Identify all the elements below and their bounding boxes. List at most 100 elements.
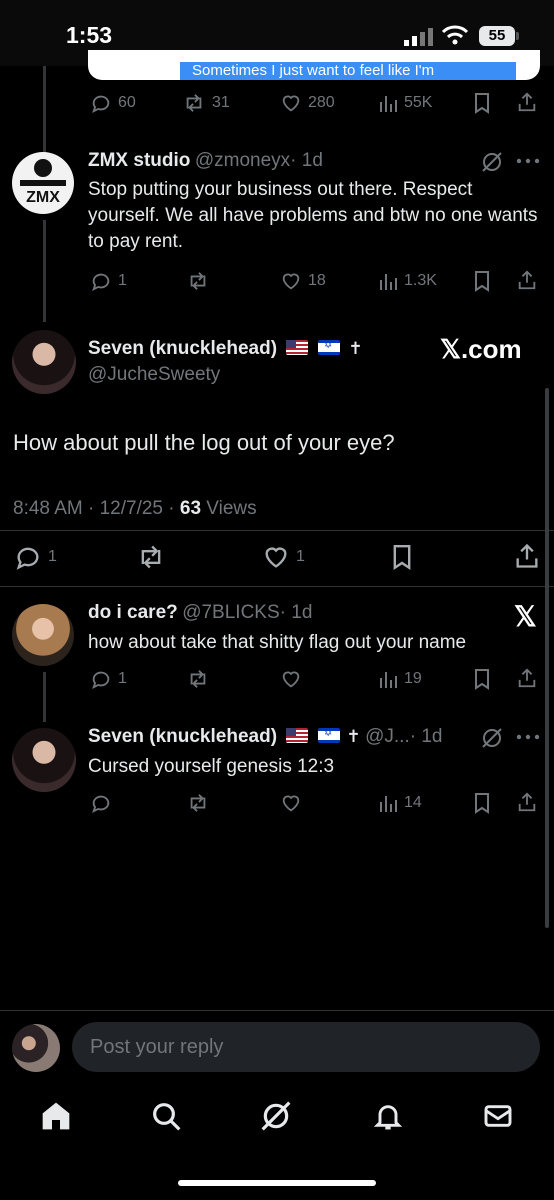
analytics-icon xyxy=(380,96,397,112)
status-time: 1:53 xyxy=(66,22,113,48)
reply-input[interactable]: Post your reply xyxy=(72,1022,540,1072)
divider xyxy=(0,530,554,531)
reply-button[interactable] xyxy=(90,792,112,814)
post-text: Stop putting your business out there. Re… xyxy=(88,179,538,252)
repost-icon xyxy=(141,545,161,569)
xcom-watermark: 𝕏.com xyxy=(440,334,522,364)
like-button[interactable]: 280 xyxy=(280,92,335,114)
reply-button[interactable]: 1 xyxy=(90,668,127,690)
us-flag-icon xyxy=(286,340,309,355)
post-text: Cursed yourself genesis 12:3 xyxy=(88,756,335,777)
views-count: 63 xyxy=(179,498,202,519)
like-button[interactable] xyxy=(280,668,302,690)
repost-icon xyxy=(190,670,206,688)
us-flag-icon xyxy=(286,728,309,743)
heart-icon xyxy=(265,547,287,568)
repost-button[interactable]: 31 xyxy=(182,92,230,114)
notifications-icon[interactable] xyxy=(372,1100,404,1132)
avatar[interactable]: ZMX xyxy=(12,152,74,214)
bookmark-icon xyxy=(475,793,489,814)
share-icon xyxy=(516,543,538,568)
author-name[interactable]: Seven (knucklehead) xyxy=(88,726,277,747)
reply-count: 1 xyxy=(118,670,127,687)
author-handle[interactable]: @zmoneyx xyxy=(195,150,290,171)
share-button[interactable] xyxy=(516,667,538,689)
post-timestamp[interactable]: 8:48 AM · 12/7/25 · xyxy=(13,498,180,519)
reply-count: 1 xyxy=(118,272,127,289)
reply-button[interactable]: 1 xyxy=(90,270,127,292)
share-button[interactable] xyxy=(516,269,538,291)
heart-icon xyxy=(282,795,300,812)
israel-flag-icon xyxy=(317,728,340,743)
reply1-header: ZMX studio @zmoneyx· 1d xyxy=(88,150,323,172)
home-indicator[interactable] xyxy=(178,1180,376,1186)
repost-button[interactable] xyxy=(186,270,210,292)
bookmark-button[interactable] xyxy=(472,792,492,814)
bookmark-button[interactable] xyxy=(472,270,492,292)
like-button[interactable] xyxy=(280,792,302,814)
author-handle[interactable]: @7BLICKS xyxy=(182,602,279,623)
repost-button[interactable] xyxy=(136,543,166,571)
like-count: 280 xyxy=(308,94,335,111)
views-button[interactable]: 1.3K xyxy=(378,270,437,292)
bookmark-icon xyxy=(475,669,489,690)
author-name[interactable]: do i care? xyxy=(88,602,178,623)
share-icon xyxy=(518,668,536,688)
reply-icon xyxy=(92,273,110,292)
share-button[interactable] xyxy=(516,791,538,813)
cellular-icon xyxy=(404,28,434,46)
views-button[interactable]: 19 xyxy=(378,668,422,690)
scrollbar[interactable] xyxy=(545,388,549,928)
bookmark-button[interactable] xyxy=(390,543,414,571)
battery-indicator: 55 xyxy=(479,26,515,46)
views-button[interactable]: 55K xyxy=(378,92,432,114)
author-name[interactable]: Seven (knucklehead) xyxy=(88,338,277,359)
svg-text:ZMX: ZMX xyxy=(26,189,60,206)
thread-line xyxy=(43,220,46,322)
zmx-logo-icon: ZMX xyxy=(20,159,66,206)
grok-icon[interactable] xyxy=(480,150,504,174)
repost-button[interactable] xyxy=(186,792,210,814)
reply-button[interactable]: 1 xyxy=(14,543,57,571)
bookmark-icon xyxy=(475,271,489,292)
share-button[interactable] xyxy=(513,542,541,570)
avatar[interactable] xyxy=(12,330,76,394)
views-label: Views xyxy=(201,498,257,519)
like-button[interactable]: 1 xyxy=(262,543,305,571)
like-count: 1 xyxy=(296,548,305,565)
analytics-icon xyxy=(380,672,397,688)
search-icon[interactable] xyxy=(150,1100,182,1132)
analytics-icon xyxy=(380,796,397,812)
bookmark-button[interactable] xyxy=(472,92,492,114)
avatar[interactable] xyxy=(12,604,74,666)
reply3-header: Seven (knucklehead) ✝ @J...· 1d xyxy=(88,726,442,748)
user-avatar[interactable] xyxy=(12,1024,60,1072)
author-handle[interactable]: @J... xyxy=(365,726,410,747)
grok-icon[interactable] xyxy=(260,1100,292,1132)
cross-icon: ✝ xyxy=(346,727,361,746)
more-icon[interactable] xyxy=(516,158,540,164)
repost-button[interactable] xyxy=(186,668,210,690)
bookmark-button[interactable] xyxy=(472,668,492,690)
divider xyxy=(0,586,554,587)
grok-icon[interactable] xyxy=(480,726,504,750)
share-icon xyxy=(518,92,536,112)
more-icon[interactable] xyxy=(516,734,540,740)
like-button[interactable]: 18 xyxy=(280,270,326,292)
avatar[interactable] xyxy=(12,728,76,792)
author-handle[interactable]: @JucheSweety xyxy=(88,364,220,386)
reply2-header: do i care? @7BLICKS· 1d xyxy=(88,602,312,624)
repost-icon xyxy=(186,94,202,112)
main-author-line: Seven (knucklehead) ✝ xyxy=(88,338,363,360)
post-meta: 8:48 AM · 12/7/25 · 63 Views xyxy=(13,498,257,520)
views-button[interactable]: 14 xyxy=(378,792,422,814)
share-button[interactable] xyxy=(516,91,538,113)
reply-icon xyxy=(92,795,110,814)
israel-flag-icon xyxy=(317,340,340,355)
views-count: 14 xyxy=(404,794,422,811)
home-icon[interactable] xyxy=(40,1100,72,1132)
author-name[interactable]: ZMX studio xyxy=(88,150,190,171)
reply-button[interactable]: 60 xyxy=(90,92,136,114)
messages-icon[interactable] xyxy=(482,1100,514,1132)
repost-count: 31 xyxy=(212,94,230,111)
